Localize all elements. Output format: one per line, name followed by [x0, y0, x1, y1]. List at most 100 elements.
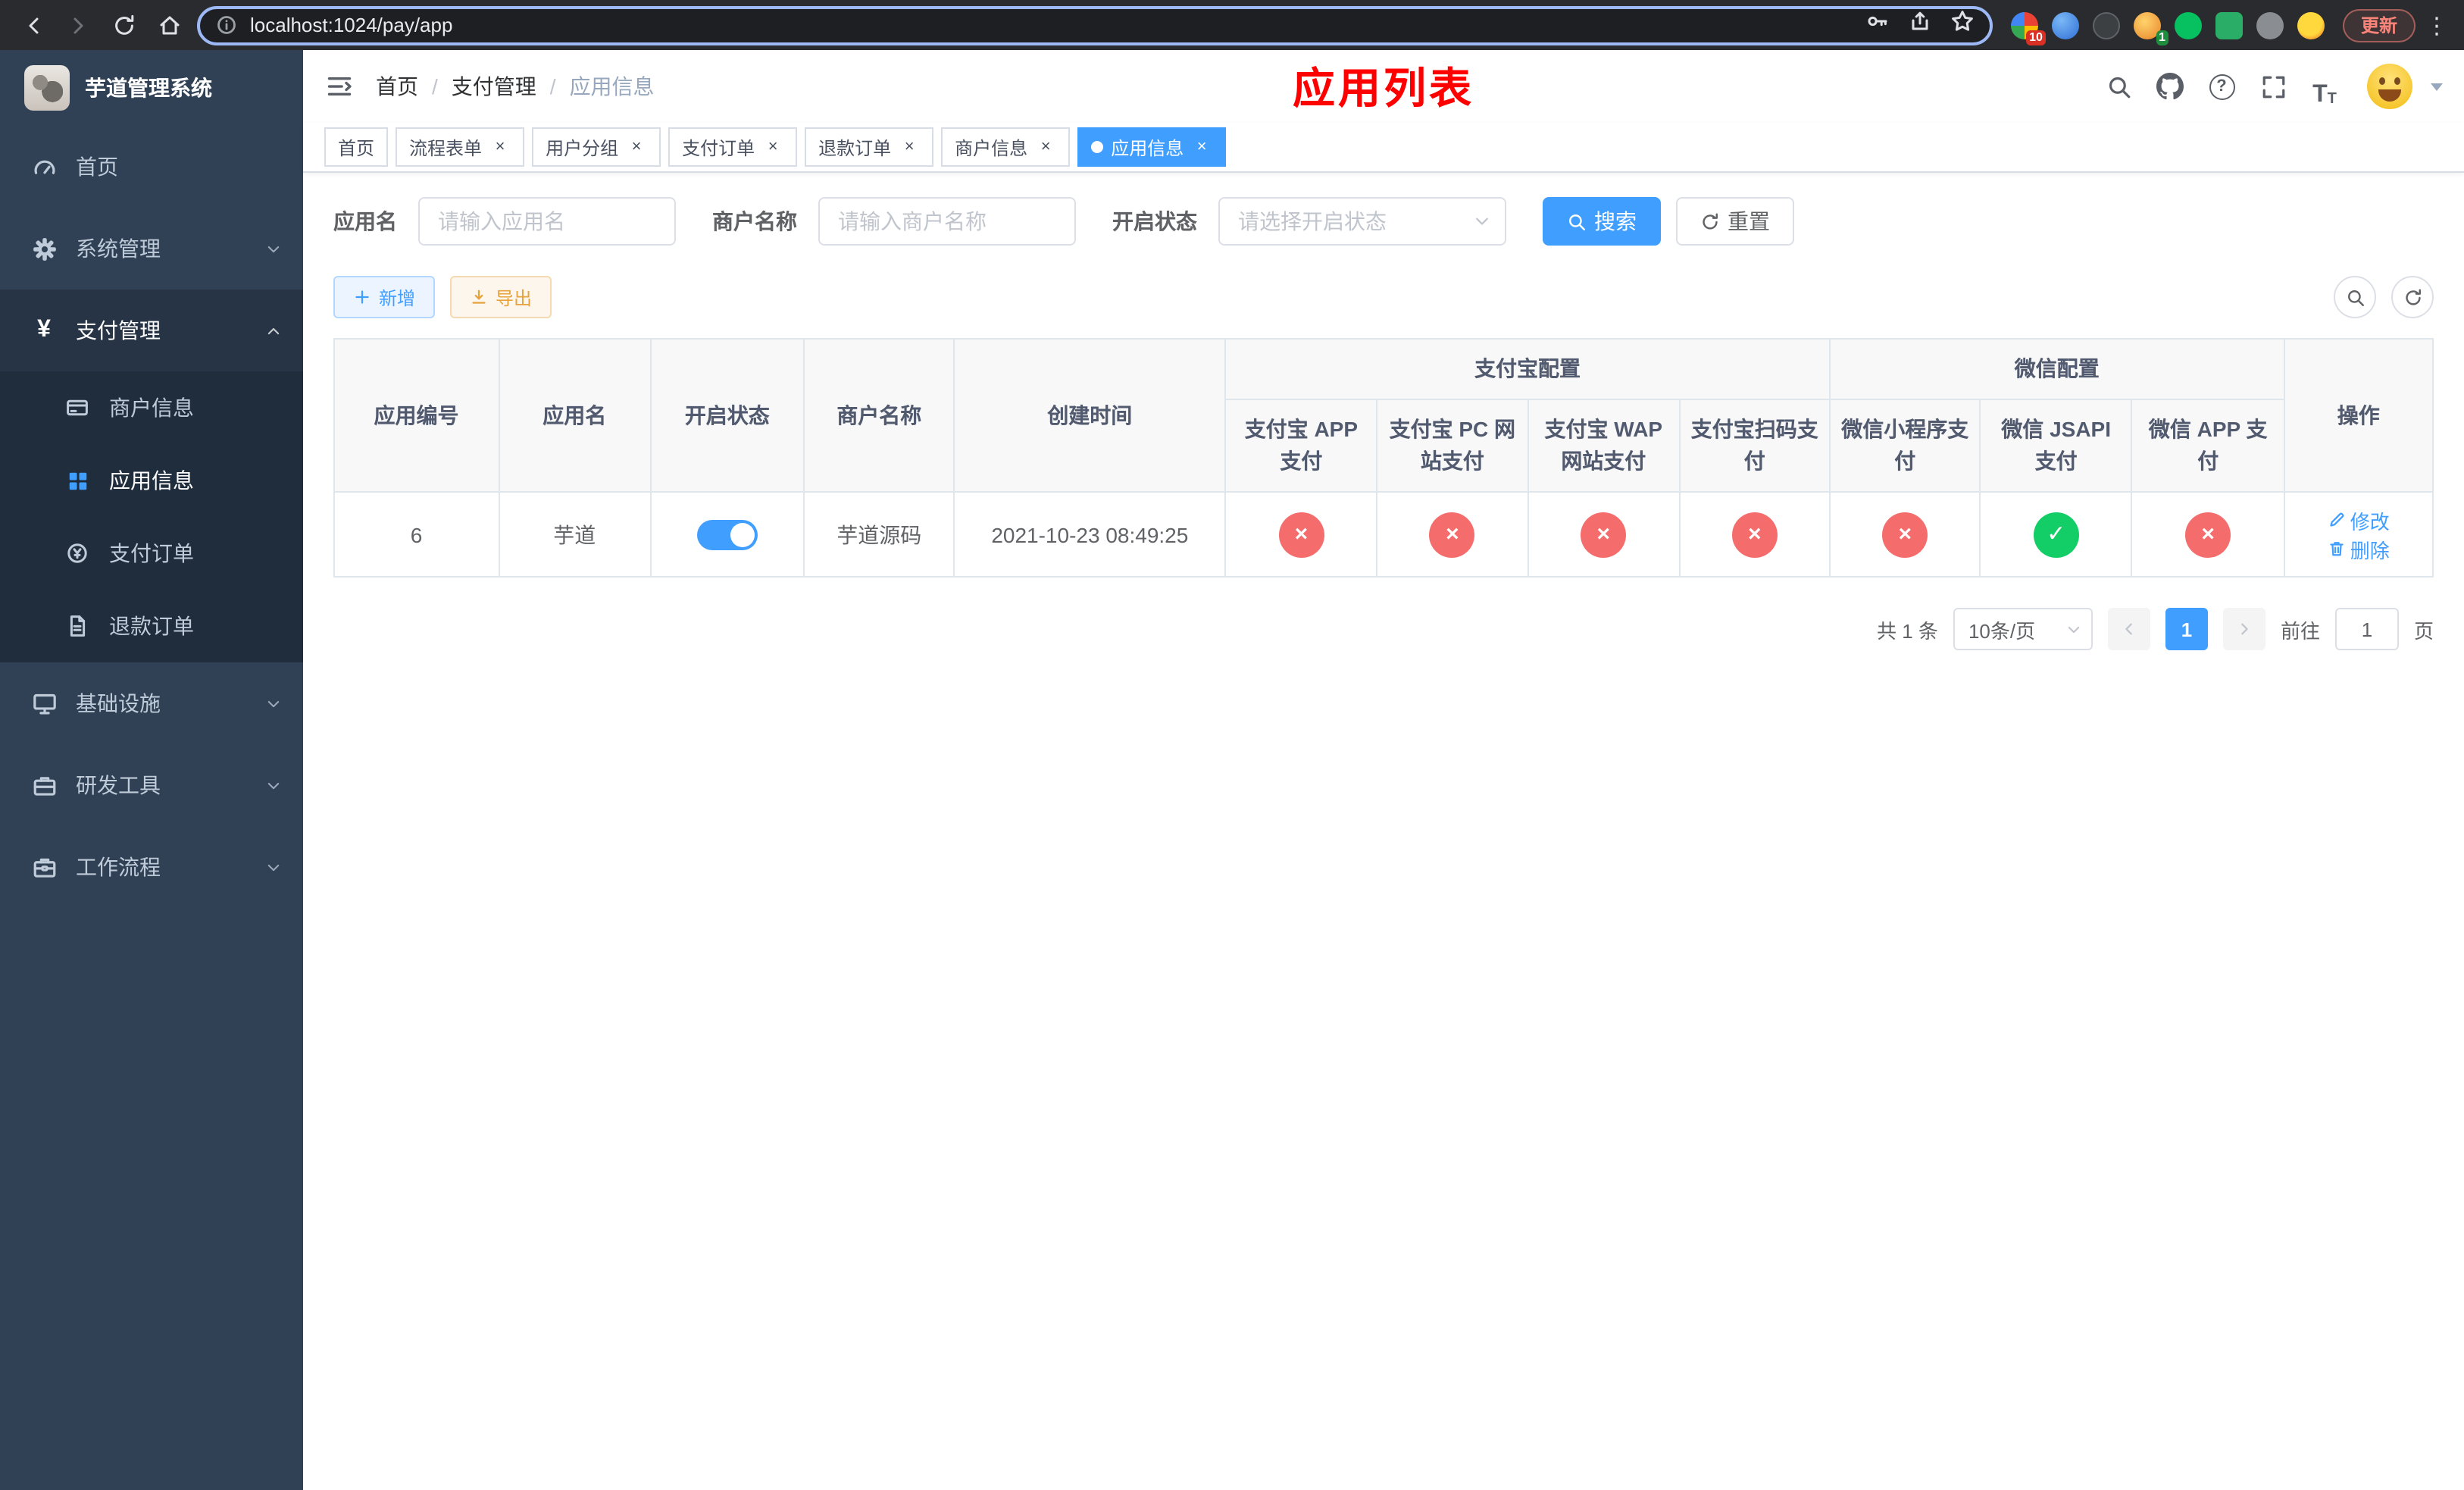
cell-app-name: 芋道	[498, 491, 652, 578]
sidebar-item-workflow[interactable]: 工作流程	[0, 826, 303, 908]
extension-dark-icon[interactable]	[2092, 11, 2120, 39]
close-icon[interactable]: ×	[626, 136, 647, 158]
fullscreen-icon[interactable]	[2252, 65, 2294, 108]
browser-refresh-button[interactable]	[106, 7, 142, 43]
sidebar: 芋道管理系统 首页 系统管理 ¥ 支付管理 商户信息 应用信息 支付订单 退款订…	[0, 50, 303, 1490]
breadcrumb-home[interactable]: 首页	[376, 71, 418, 102]
page-content: 应用名 商户名称 开启状态 请选择开启状态	[303, 173, 2464, 1490]
column-header-merchant-name: 商户名称	[803, 338, 955, 493]
sidebar-item-home[interactable]: 首页	[0, 126, 303, 208]
sidebar-item-app-info[interactable]: 应用信息	[0, 444, 303, 517]
search-button[interactable]: 搜索	[1543, 197, 1661, 246]
sidebar-toggle-button[interactable]	[303, 50, 376, 123]
disabled-icon: ×	[1278, 512, 1324, 557]
page-size-select[interactable]: 10条/页	[1953, 608, 2093, 650]
app-table: 应用编号 应用名 开启状态 商户名称 创建时间 支付宝配置 微信配置 操作 支付…	[333, 338, 2434, 578]
close-icon[interactable]: ×	[1035, 136, 1056, 158]
github-icon[interactable]	[2149, 65, 2191, 108]
grid-icon	[64, 467, 91, 494]
close-icon[interactable]: ×	[762, 136, 783, 158]
refresh-icon	[2405, 288, 2420, 305]
share-icon[interactable]	[1908, 9, 1932, 41]
export-button[interactable]: 导出	[450, 276, 552, 318]
delete-button[interactable]: 删除	[2328, 534, 2390, 563]
address-bar[interactable]: localhost:1024/pay/app	[197, 5, 1993, 45]
top-navbar: 首页 / 支付管理 / 应用信息 应用列表 ? T T	[303, 50, 2464, 123]
browser-extensions: 10 1	[2010, 11, 2325, 45]
tab-merchant-info[interactable]: 商户信息 ×	[941, 127, 1071, 167]
url-text: localhost:1024/pay/app	[250, 14, 453, 36]
help-icon[interactable]: ?	[2200, 65, 2243, 108]
breadcrumb-payment[interactable]: 支付管理	[452, 71, 536, 102]
sidebar-item-payment[interactable]: ¥ 支付管理	[0, 290, 303, 371]
sidebar-item-pay-order[interactable]: 支付订单	[0, 517, 303, 590]
extension-badge: 10	[2026, 30, 2046, 45]
disabled-icon: ×	[1882, 512, 1928, 557]
password-key-icon[interactable]	[1865, 9, 1890, 41]
column-header-actions: 操作	[2283, 338, 2434, 493]
extension-grid-icon[interactable]: 10	[2010, 11, 2046, 45]
page-unit-label: 页	[2413, 619, 2434, 642]
search-icon	[2347, 290, 2363, 305]
browser-update-button[interactable]: 更新	[2342, 8, 2416, 42]
cell-status	[649, 491, 805, 578]
chevron-down-icon	[265, 859, 282, 875]
browser-home-button[interactable]	[152, 7, 188, 43]
tab-app-info[interactable]: 应用信息 ×	[1077, 127, 1227, 167]
goto-page-input[interactable]	[2334, 608, 2399, 650]
refresh-icon	[1703, 212, 1718, 229]
extension-face-icon[interactable]	[2297, 11, 2325, 39]
next-page-button[interactable]	[2222, 608, 2265, 650]
column-header-wechat-jsapi: 微信 JSAPI 支付	[1979, 399, 2133, 493]
page-number-current[interactable]: 1	[2165, 608, 2208, 650]
extension-wechat-icon[interactable]	[2174, 11, 2202, 39]
sidebar-item-refund-order[interactable]: 退款订单	[0, 590, 303, 662]
font-size-icon[interactable]: TT	[2303, 65, 2346, 108]
chevron-right-icon	[2241, 623, 2248, 635]
bookmark-star-icon[interactable]	[1950, 9, 1975, 41]
tab-home[interactable]: 首页	[324, 127, 389, 167]
tab-process-form[interactable]: 流程表单 ×	[396, 127, 525, 167]
merchant-name-input[interactable]	[818, 197, 1076, 246]
status-select[interactable]: 请选择开启状态	[1218, 197, 1506, 246]
avatar-caret-icon[interactable]	[2431, 83, 2443, 90]
column-header-wechat-app: 微信 APP 支付	[2131, 399, 2285, 493]
status-toggle[interactable]	[696, 519, 758, 549]
sidebar-item-merchant-info[interactable]: 商户信息	[0, 371, 303, 444]
sidebar-item-system[interactable]: 系统管理	[0, 208, 303, 290]
disabled-icon: ×	[1429, 512, 1475, 557]
add-button[interactable]: 新增	[333, 276, 436, 318]
browser-menu-icon[interactable]: ⋮	[2425, 11, 2449, 39]
refresh-table-button[interactable]	[2391, 276, 2434, 318]
app-name-input[interactable]	[418, 197, 676, 246]
edit-button[interactable]: 修改	[2328, 506, 2390, 534]
chevron-down-icon	[1476, 218, 1488, 225]
tab-refund-order[interactable]: 退款订单 ×	[805, 127, 934, 167]
column-header-app-id: 应用编号	[333, 338, 500, 493]
column-header-alipay-wap: 支付宝 WAP 网站支付	[1527, 399, 1681, 493]
extension-puzzle-icon[interactable]	[2256, 11, 2284, 39]
extension-orange-icon[interactable]: 1	[2133, 11, 2169, 45]
monitor-icon	[30, 690, 58, 717]
close-icon[interactable]: ×	[489, 136, 511, 158]
app-title: 芋道管理系统	[85, 76, 212, 100]
pagination-total: 共 1 条	[1877, 619, 1938, 642]
header-search-icon[interactable]	[2097, 65, 2140, 108]
tab-pay-order[interactable]: 支付订单 ×	[668, 127, 798, 167]
reset-button[interactable]: 重置	[1676, 197, 1794, 246]
browser-forward-button[interactable]	[61, 7, 97, 43]
disabled-icon: ×	[2185, 512, 2231, 557]
tab-user-group[interactable]: 用户分组 ×	[532, 127, 661, 167]
trash-icon	[2330, 542, 2344, 556]
sidebar-item-dev-tools[interactable]: 研发工具	[0, 744, 303, 826]
close-icon[interactable]: ×	[899, 136, 920, 158]
browser-back-button[interactable]	[15, 7, 52, 43]
site-info-icon[interactable]	[215, 14, 238, 36]
extension-square-icon[interactable]	[2215, 11, 2243, 39]
prev-page-button[interactable]	[2107, 608, 2150, 650]
extension-drop-icon[interactable]	[2051, 11, 2079, 39]
toggle-search-button[interactable]	[2334, 276, 2376, 318]
sidebar-item-infrastructure[interactable]: 基础设施	[0, 662, 303, 744]
close-icon[interactable]: ×	[1191, 136, 1212, 158]
avatar[interactable]	[2367, 64, 2412, 109]
